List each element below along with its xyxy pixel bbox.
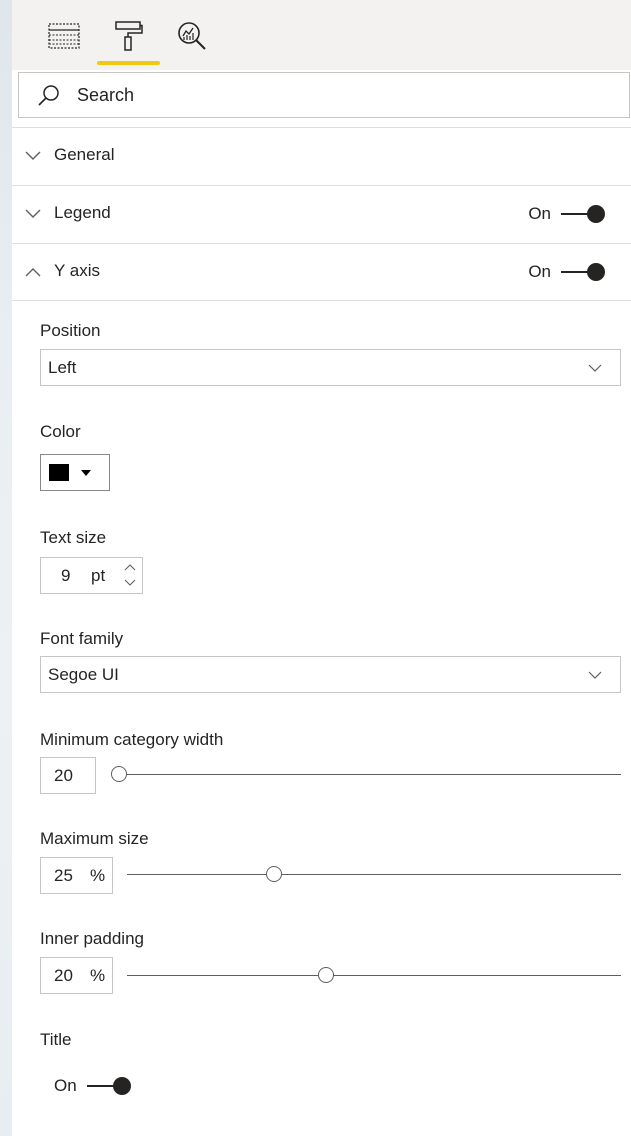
active-tab-indicator (97, 61, 160, 65)
max-size-unit: % (90, 866, 106, 885)
color-picker-button[interactable] (40, 454, 110, 491)
position-dropdown[interactable]: Left (40, 349, 621, 386)
background-strip (0, 0, 12, 1136)
toggle-label: On (528, 204, 551, 223)
y-axis-toggle[interactable]: On (528, 262, 605, 282)
font-family-label: Font family (40, 629, 124, 648)
min-category-width-label: Minimum category width (40, 730, 224, 749)
position-value: Left (48, 358, 77, 377)
chevron-down-icon (588, 671, 602, 679)
section-general[interactable]: General (12, 127, 631, 185)
title-label: Title (40, 1030, 72, 1049)
toggle-label: On (528, 262, 551, 281)
analytics-magnifier-icon (178, 22, 206, 50)
min-category-width-value: 20 (54, 766, 73, 785)
max-size-label: Maximum size (40, 829, 149, 848)
inner-padding-slider[interactable] (127, 966, 621, 986)
slider-track (127, 975, 621, 976)
toggle-switch[interactable] (86, 1076, 131, 1096)
color-label: Color (40, 422, 81, 441)
search-input[interactable] (77, 82, 597, 108)
max-size-slider[interactable] (127, 865, 621, 885)
format-paint-roller-icon (115, 21, 143, 51)
section-title: Y axis (54, 261, 100, 280)
chevron-down-icon[interactable] (124, 578, 136, 587)
chevron-up-icon (25, 268, 41, 277)
min-category-width-slider[interactable] (111, 765, 621, 785)
inner-padding-unit: % (90, 966, 106, 985)
section-y-axis[interactable]: Y axis On (12, 243, 631, 301)
slider-thumb[interactable] (265, 866, 282, 882)
toggle-switch[interactable] (561, 204, 605, 224)
legend-toggle[interactable]: On (528, 204, 605, 224)
chevron-down-icon (25, 151, 41, 160)
title-toggle[interactable]: On (54, 1076, 131, 1096)
inner-padding-input[interactable]: 20 % (40, 957, 113, 994)
max-size-value: 25 (54, 866, 73, 885)
tab-analytics[interactable] (174, 18, 210, 54)
chevron-down-icon (25, 209, 41, 218)
tab-fields[interactable] (46, 18, 82, 54)
toggle-label: On (54, 1076, 77, 1095)
text-size-value[interactable]: 9 (61, 566, 70, 586)
inner-padding-value: 20 (54, 966, 73, 985)
slider-thumb[interactable] (111, 766, 127, 782)
section-title: Legend (54, 203, 111, 222)
slider-thumb[interactable] (318, 967, 335, 983)
position-label: Position (40, 321, 101, 340)
search-icon (38, 85, 59, 106)
color-swatch (49, 464, 69, 481)
slider-track (127, 874, 621, 875)
slider-track (111, 774, 621, 775)
font-family-dropdown[interactable]: Segoe UI (40, 656, 621, 693)
text-size-label: Text size (40, 528, 107, 547)
max-size-input[interactable]: 25 % (40, 857, 113, 894)
section-legend[interactable]: Legend On (12, 185, 631, 243)
caret-down-icon (81, 470, 91, 476)
chevron-down-icon (588, 364, 602, 372)
pane-tabbar (12, 0, 631, 70)
fields-icon (48, 23, 80, 49)
divider (12, 300, 631, 301)
section-title: General (54, 145, 115, 164)
text-size-stepper[interactable]: 9 pt (40, 557, 143, 594)
inner-padding-label: Inner padding (40, 929, 144, 948)
chevron-up-icon[interactable] (124, 563, 136, 572)
search-box[interactable] (18, 72, 630, 118)
toggle-switch[interactable] (561, 262, 605, 282)
min-category-width-input[interactable]: 20 (40, 757, 96, 794)
tab-format[interactable] (110, 18, 146, 54)
font-family-value: Segoe UI (48, 665, 119, 684)
text-size-unit: pt (91, 566, 106, 585)
